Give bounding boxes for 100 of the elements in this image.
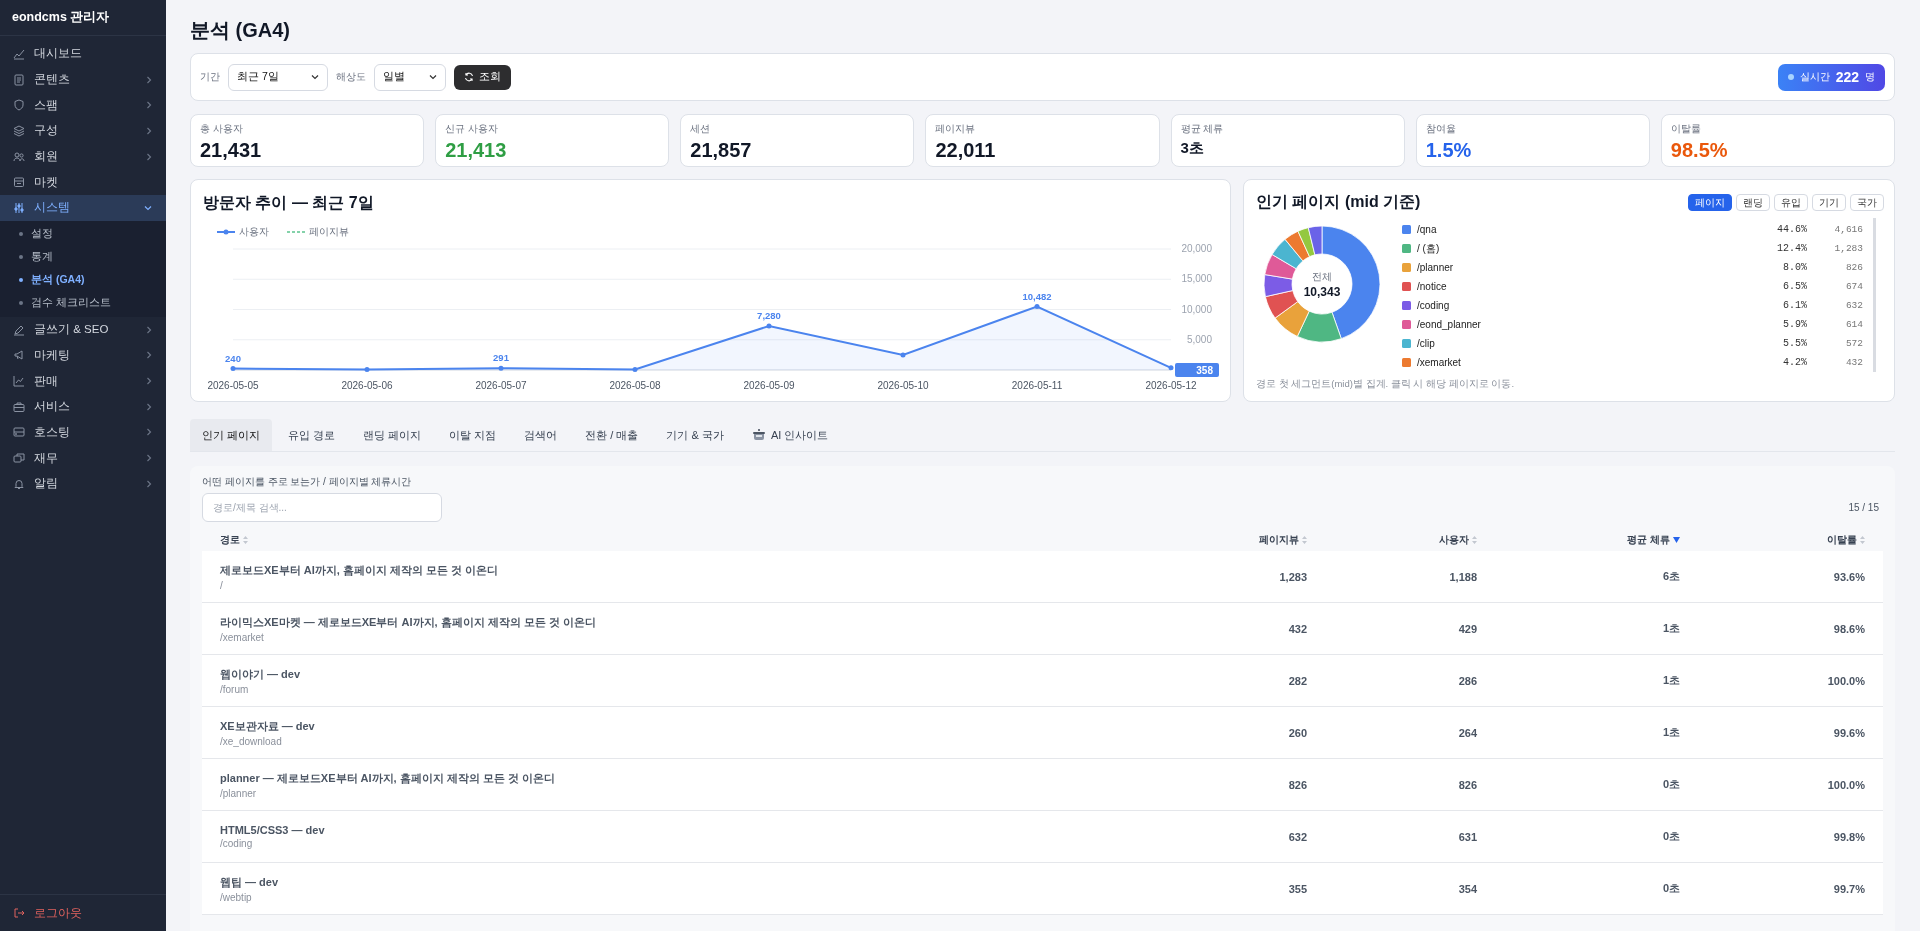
table-cell: 429 [1458,622,1477,635]
period-select[interactable]: 최근 7일 [228,63,328,91]
table-row[interactable]: 웹팁 — dev /webtip 355 354 0초 99.7% [202,863,1883,915]
table-row[interactable]: 라이믹스XE마켓 — 제로보드XE부터 AI까지, 홈페이지 제작의 모든 것 이온디 /xemarket 432 429 1초 98.6% [202,603,1883,655]
count-value: 614 [1844,319,1863,330]
resolution-select[interactable]: 일별 [374,63,446,91]
chevron-icon [311,74,319,80]
legend-row[interactable]: /qna 44.6% 4,616 [1402,220,1863,239]
share-value: 6.1% [1782,300,1807,311]
table-row[interactable]: 제로보드XE부터 AI까지, 홈페이지 제작의 모든 것 이온디 / 1,283 1,188 6초 93.6% [202,551,1883,603]
count-value: 4,616 [1833,224,1863,235]
column-header[interactable]: 경로 [220,533,248,547]
table-cell: 631 [1458,830,1477,843]
segment-tab[interactable]: 국가 [1850,194,1884,211]
column-header[interactable]: 평균 체류 [1627,533,1680,547]
page-title: 웹팁 — dev [220,874,280,890]
segment-tab[interactable]: 유입 [1774,194,1808,211]
sidebar-item[interactable]: 스팸 [0,92,166,119]
axis-tick-label: 2026-05-06 [341,380,393,391]
kpi-value: 1.5% [1425,139,1473,162]
sidebar-item[interactable]: 회원 [0,143,166,170]
sidebar-subitem[interactable]: 분석 (GA4) [0,268,166,292]
cards-icon [13,452,25,465]
table-cell: 826 [1458,778,1477,791]
page-title: 분석 (GA4) [190,18,291,43]
segment-tab[interactable]: 페이지 [1688,194,1732,211]
legend-row[interactable]: /xemarket 4.2% 432 [1402,353,1863,372]
table-cell: 282 [1288,674,1307,687]
table-cell: 264 [1458,726,1477,739]
page-title: 제로보드XE부터 AI까지, 홈페이지 제작의 모든 것 이온디 [220,562,500,578]
page-title: 웹이야기 — dev [220,666,302,682]
trend-icon [13,375,25,388]
chart-icon [13,47,25,60]
share-value: 44.6% [1776,224,1807,235]
table-row[interactable]: XE보관자료 — dev /xe_download 260 264 1초 99.6% [202,707,1883,759]
page-title: XE보관자료 — dev [220,718,316,734]
document-icon [13,73,25,86]
segment-tab[interactable]: 기기 [1812,194,1846,211]
sidebar-subitem[interactable]: 통계 [0,245,166,269]
column-header[interactable]: 사용자 [1439,533,1477,547]
brand-title: eondcms 관리자 [0,0,166,36]
tab[interactable]: 유입 경로 [276,419,348,451]
legend-row[interactable]: /planner 8.0% 826 [1402,258,1863,277]
table-cell: 0초 [1662,830,1680,842]
legend-row[interactable]: / (홈) 12.4% 1,283 [1402,239,1863,258]
column-header[interactable]: 페이지뷰 [1259,533,1307,547]
query-button[interactable]: 조회 [454,64,511,90]
sidebar-item[interactable]: 구성 [0,118,166,144]
table-cell: 354 [1458,882,1477,895]
axis-tick-label: 2026-05-09 [743,380,795,391]
segment-tab[interactable]: 랜딩 [1736,194,1770,211]
tab[interactable]: 인기 페이지 [190,419,273,451]
tab[interactable]: 랜딩 페이지 [351,419,434,451]
table-cell: 100.0% [1827,674,1865,687]
count-value: 1,283 [1833,243,1863,254]
realtime-label: 실시간 [1799,70,1830,84]
sidebar-item[interactable]: 글쓰기 & SEO [0,316,166,343]
bullet-icon [19,232,23,237]
legend-row[interactable]: /eond_planner 5.9% 614 [1402,315,1863,334]
sidebar-item[interactable]: 마케팅 [0,342,166,369]
store-icon [13,176,25,189]
table-cell: 0초 [1662,882,1680,894]
tab[interactable]: 기기 & 국가 [654,419,736,451]
sidebar-item[interactable]: 시스템 [0,195,166,221]
sidebar-item[interactable]: 마켓 [0,169,166,196]
axis-tick-label: 15,000 [1181,273,1212,285]
center-value: 10,343 [1303,284,1341,299]
layers-icon [13,124,25,137]
page-title: 라이믹스XE마켓 — 제로보드XE부터 AI까지, 홈페이지 제작의 모든 것 이온디 [220,614,597,630]
table-row[interactable]: 웹이야기 — dev /forum 282 286 1초 100.0% [202,655,1883,707]
tab[interactable]: AI 인사이트 [739,419,841,451]
table-cell: 1초 [1662,726,1680,738]
sidebar-item[interactable]: 알림 [0,470,166,497]
sidebar-item[interactable]: 콘텐츠 [0,66,166,93]
sidebar-item[interactable]: 호스팅 [0,419,166,446]
logout-link[interactable]: 로그아웃 [0,894,166,931]
sidebar-item[interactable]: 판매 [0,368,166,394]
tab[interactable]: 전환 / 매출 [573,419,651,451]
kpi-label: 신규 사용자 [445,122,499,136]
sidebar-subitem[interactable]: 설정 [0,222,166,246]
page-path: /notice [1417,281,1448,292]
search-field[interactable]: 경로/제목 검색... [202,493,442,522]
table-cell: 632 [1288,830,1307,843]
tab[interactable]: 검색어 [512,419,570,451]
sidebar-subitem[interactable]: 검수 체크리스트 [0,291,166,315]
tab[interactable]: 이탈 지점 [437,419,509,451]
legend-row[interactable]: /clip 5.5% 572 [1402,334,1863,353]
data-point [230,366,236,372]
page-path: /webtip [220,891,253,903]
legend-row[interactable]: /notice 6.5% 674 [1402,277,1863,296]
realtime-unit: 명 [1865,70,1875,84]
sidebar-item[interactable]: 대시보드 [0,41,166,67]
sidebar-item[interactable]: 서비스 [0,393,166,420]
sidebar-item[interactable]: 재무 [0,445,166,471]
table-row[interactable]: HTML5/CSS3 — dev /coding 632 631 0초 99.8% [202,811,1883,863]
legend-row[interactable]: /coding 6.1% 632 [1402,296,1863,315]
column-header[interactable]: 이탈률 [1827,533,1865,547]
table-cell: 99.6% [1833,726,1865,739]
table-row[interactable]: planner — 제로보드XE부터 AI까지, 홈페이지 제작의 모든 것 이온디 /planner 826 826 0초 100.0% [202,759,1883,811]
page-path: /eond_planner [1417,319,1482,330]
